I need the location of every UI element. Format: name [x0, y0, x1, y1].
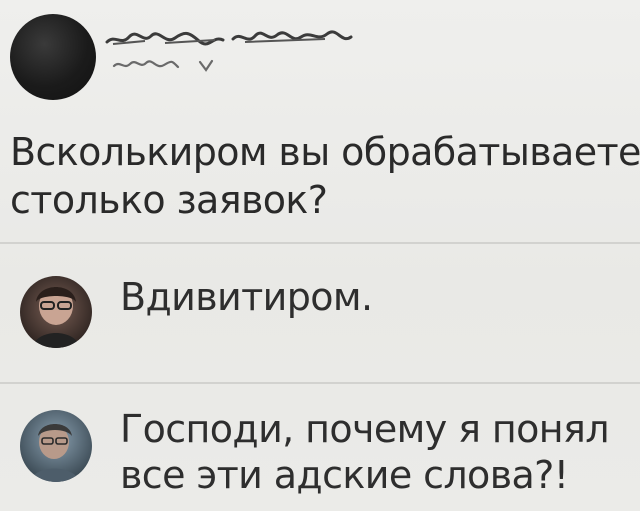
user-photo-icon — [20, 410, 92, 482]
comment-text: Вдивитиром. — [120, 274, 373, 320]
redacted-post-time — [112, 59, 214, 72]
author-avatar[interactable] — [10, 14, 96, 100]
commenter-avatar[interactable] — [20, 276, 92, 348]
comment-line: Господи, почему я понял — [120, 407, 610, 451]
divider — [0, 382, 640, 384]
commenter-avatar[interactable] — [20, 410, 92, 482]
comment-item: Вдивитиром. — [0, 270, 640, 370]
post-screen: Всколькиром вы обрабатываете столько зая… — [0, 0, 640, 511]
comment-item: Господи, почему я понял все эти адские с… — [0, 406, 640, 511]
comment-line: все эти адские слова?! — [120, 453, 569, 497]
question-line: столько заявок? — [10, 178, 328, 222]
divider — [0, 242, 640, 244]
post-question: Всколькиром вы обрабатываете столько зая… — [10, 128, 640, 224]
comment-line: Вдивитиром. — [120, 275, 373, 319]
comment-text: Господи, почему я понял все эти адские с… — [120, 406, 610, 498]
question-line: Всколькиром вы обрабатываете — [10, 130, 640, 174]
redacted-author-name — [105, 30, 353, 46]
user-photo-icon — [20, 276, 92, 348]
